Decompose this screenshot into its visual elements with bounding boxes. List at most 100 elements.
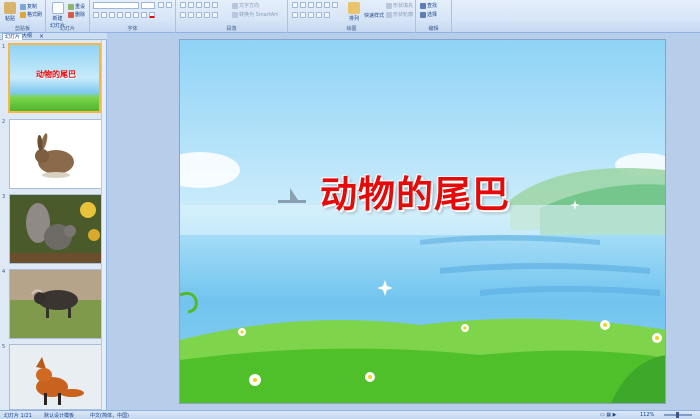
select-button[interactable]: 选择 [420,11,437,18]
callout-shape-icon[interactable] [308,12,314,18]
text-direction-icon [232,2,238,9]
format-painter-button[interactable]: 格式刷 [20,11,42,18]
numbering-icon[interactable] [188,2,194,8]
clipboard-group: 粘贴 复制 格式刷 剪贴板 [0,0,46,33]
shape-outline-button[interactable]: 形状轮廓 [386,11,413,18]
font-size-box[interactable] [141,2,155,9]
spacing-icon[interactable] [133,12,139,18]
font-color-icon[interactable] [149,12,155,18]
line-shape-icon[interactable] [300,2,306,8]
clipboard-label: 剪贴板 [14,26,30,32]
arrange-icon [348,2,360,14]
copy-icon [20,3,26,10]
squirrel-image [10,195,101,263]
thumb-number: 4 [2,269,6,275]
arrow-shape-icon[interactable] [308,2,314,8]
slide-title[interactable]: 动物的尾巴 [320,164,510,218]
thumb-number: 3 [2,194,6,200]
editing-label: 编辑 [428,26,439,32]
reset-icon [68,3,74,10]
bold-icon[interactable] [93,12,99,18]
view-buttons[interactable]: ▭ ▦ ▶ [600,412,616,418]
slide-thumbnail-panel: 幻灯片 大纲 × 1 动物的尾巴 2 3 4 5 [0,33,107,410]
delete-slide-button[interactable]: 删除 [68,11,85,18]
thumb-title: 动物的尾巴 [36,70,76,79]
reset-button[interactable]: 重设 [68,3,85,10]
zoom-level[interactable]: 112% [640,412,654,418]
slide-canvas[interactable]: 动物的尾巴 [179,39,666,404]
tab-outline[interactable]: 大纲 [20,33,34,40]
smartart-button[interactable]: 转换为 SmartArt [232,11,278,18]
fill-bucket-icon [386,2,392,9]
columns-icon[interactable] [212,12,218,18]
arrange-button[interactable]: 排列 [348,2,360,22]
align-right-icon[interactable] [196,12,202,18]
new-slide-icon [51,2,64,14]
triangle-shape-icon[interactable] [324,2,330,8]
increase-indent-icon[interactable] [204,2,210,8]
align-center-icon[interactable] [188,12,194,18]
underline-icon[interactable] [109,12,115,18]
shrink-font-icon[interactable] [166,2,172,8]
paste-button[interactable]: 粘贴 [4,2,16,22]
paragraph-label: 段落 [226,26,237,32]
status-bar: 幻灯片 1/21 默认设计模板 中文(简体，中国) ▭ ▦ ▶ 112% [0,410,700,419]
line-spacing-icon[interactable] [212,2,218,8]
binoculars-icon [420,2,426,9]
star-shape-icon[interactable] [300,12,306,18]
italic-icon[interactable] [101,12,107,18]
slide-editing-area: 动物的尾巴 [107,33,700,410]
list-tools [180,2,218,8]
ribbon: 粘贴 复制 格式刷 剪贴板 新建 幻灯片 重设 删除 幻灯片 字体 文字方向 转… [0,0,700,33]
fox-image [10,345,101,409]
thumb-number: 1 [2,44,6,50]
slides-label: 幻灯片 [59,26,75,32]
shapes-gallery-row2 [292,12,330,18]
font-name-box[interactable] [93,2,139,9]
shadow-icon[interactable] [125,12,131,18]
slide-thumb-5[interactable] [9,344,102,410]
theme-name: 默认设计模板 [44,413,75,419]
slide-thumb-4[interactable] [9,269,102,339]
bullets-icon[interactable] [180,2,186,8]
more-shapes-icon[interactable] [324,12,330,18]
slide-thumb-1[interactable]: 动物的尾巴 [8,43,101,113]
decrease-indent-icon[interactable] [196,2,202,8]
zoom-slider-knob[interactable] [676,412,679,418]
brace-shape-icon[interactable] [292,12,298,18]
justify-icon[interactable] [204,12,210,18]
language-indicator: 中文(简体，中国) [90,413,129,419]
slide-thumb-3[interactable] [9,194,102,264]
drawing-group: 排列 快速样式 形状填充 形状轮廓 绘图 [288,0,416,33]
slides-group: 新建 幻灯片 重设 删除 幻灯片 [46,0,90,33]
buffalo-image [10,270,101,338]
align-tools [180,12,218,18]
find-button[interactable]: 查找 [420,2,437,9]
thumb-number: 2 [2,119,6,125]
font-size-tools [158,2,172,8]
oval-shape-icon[interactable] [316,2,322,8]
align-left-icon[interactable] [180,12,186,18]
delete-icon [68,11,74,18]
copy-button[interactable]: 复制 [20,3,37,10]
grow-font-icon[interactable] [158,2,164,8]
strikethrough-icon[interactable] [117,12,123,18]
quick-styles-button[interactable]: 快速样式 [364,12,384,19]
bracket-shape-icon[interactable] [316,12,322,18]
smartart-icon [232,11,238,18]
font-group: 字体 [90,0,176,33]
shapes-gallery [292,2,338,8]
panel-tabs: 幻灯片 大纲 × [0,33,107,40]
text-direction-button[interactable]: 文字方向 [232,2,259,9]
curve-shape-icon[interactable] [332,2,338,8]
shape-fill-button[interactable]: 形状填充 [386,2,413,9]
pen-icon [386,11,392,18]
font-label: 字体 [127,26,138,32]
rectangle-shape-icon[interactable] [292,2,298,8]
close-panel-icon[interactable]: × [39,33,44,40]
case-icon[interactable] [141,12,147,18]
rabbit-image [35,133,74,178]
thumb-number: 5 [2,344,6,350]
thumbnail-scrollbar[interactable] [101,40,106,410]
slide-thumb-2[interactable] [9,119,102,189]
